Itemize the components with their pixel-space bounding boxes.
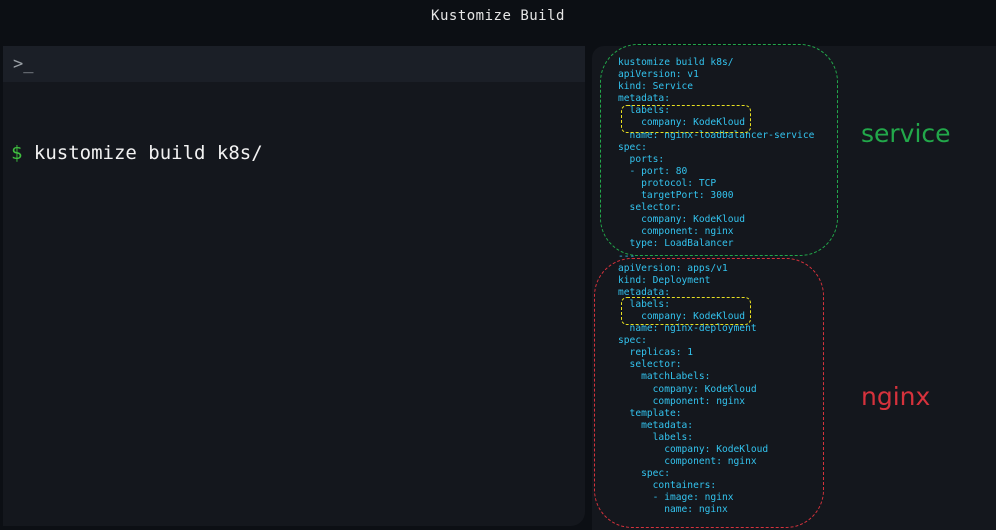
service-labels-highlight bbox=[621, 105, 751, 133]
deployment-labels-highlight bbox=[621, 297, 751, 325]
service-group-outline bbox=[600, 44, 838, 256]
prompt-symbol: $ bbox=[11, 142, 23, 164]
terminal-pane[interactable]: >_ $ kustomize build k8s/ bbox=[3, 46, 585, 526]
command-text: kustomize build k8s/ bbox=[33, 142, 263, 164]
nginx-annotation: nginx bbox=[861, 382, 931, 411]
terminal-icon: >_ bbox=[13, 54, 34, 74]
terminal-tab-bar: >_ bbox=[3, 46, 585, 82]
window-title: Kustomize Build bbox=[431, 8, 565, 24]
command-line: $ kustomize build k8s/ bbox=[11, 142, 263, 164]
service-annotation: service bbox=[861, 119, 951, 148]
